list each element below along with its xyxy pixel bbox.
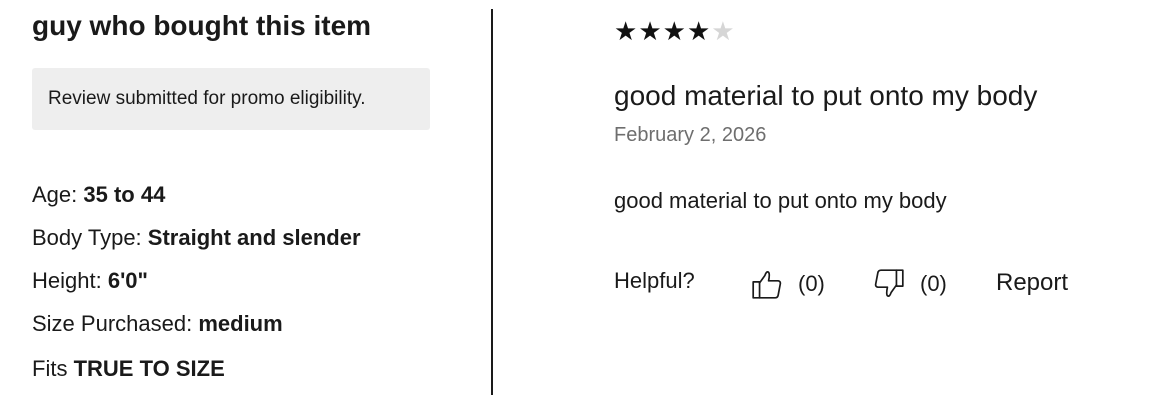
review-date: February 2, 2026 [614, 124, 767, 146]
helpful-no-count: (0) [920, 271, 947, 296]
thumbs-down-icon [872, 267, 906, 301]
attribute-body-type-label: Body Type: [32, 225, 142, 250]
panel-divider [491, 9, 493, 395]
attribute-size-purchased: Size Purchased: medium [32, 311, 283, 337]
promo-eligibility-notice: Review submitted for promo eligibility. [32, 68, 430, 130]
attribute-age-label: Age: [32, 182, 78, 207]
review-title: good material to put onto my body [614, 80, 1038, 111]
star-filled-icon: ★ [662, 16, 687, 46]
attribute-fit-label: Fits [32, 356, 68, 381]
attribute-body-type-value: Straight and slender [147, 225, 361, 250]
thumbs-up-icon [750, 267, 784, 301]
reviewer-name: guy who bought this item [32, 10, 372, 41]
attribute-size-value: medium [198, 311, 283, 336]
attribute-height-label: Height: [32, 268, 102, 293]
report-link[interactable]: Report [996, 269, 1068, 297]
promo-eligibility-text: Review submitted for promo eligibility. [48, 88, 366, 109]
helpful-label: Helpful? [614, 268, 695, 293]
star-filled-icon: ★ [614, 16, 639, 46]
attribute-fit: Fits TRUE TO SIZE [32, 356, 225, 382]
star-filled-icon: ★ [638, 16, 663, 46]
helpful-yes-button[interactable]: (0) [750, 264, 825, 304]
attribute-age-value: 35 to 44 [83, 182, 166, 207]
helpful-feedback-row: Helpful? (0) (0) Report [614, 264, 1134, 304]
attribute-body-type: Body Type: Straight and slender [32, 225, 361, 251]
attribute-size-label: Size Purchased: [32, 311, 193, 336]
attribute-height-value: 6'0" [107, 268, 148, 293]
attribute-age: Age: 35 to 44 [32, 182, 165, 208]
star-filled-icon: ★ [686, 16, 712, 46]
helpful-no-button[interactable]: (0) [872, 264, 947, 304]
star-rating: ★★★★★ [614, 16, 736, 46]
star-empty-icon: ★ [711, 16, 736, 46]
helpful-yes-count: (0) [798, 271, 825, 296]
attribute-height: Height: 6'0" [32, 268, 148, 294]
attribute-fit-value: TRUE TO SIZE [73, 356, 225, 381]
review-body: good material to put onto my body [614, 188, 947, 213]
